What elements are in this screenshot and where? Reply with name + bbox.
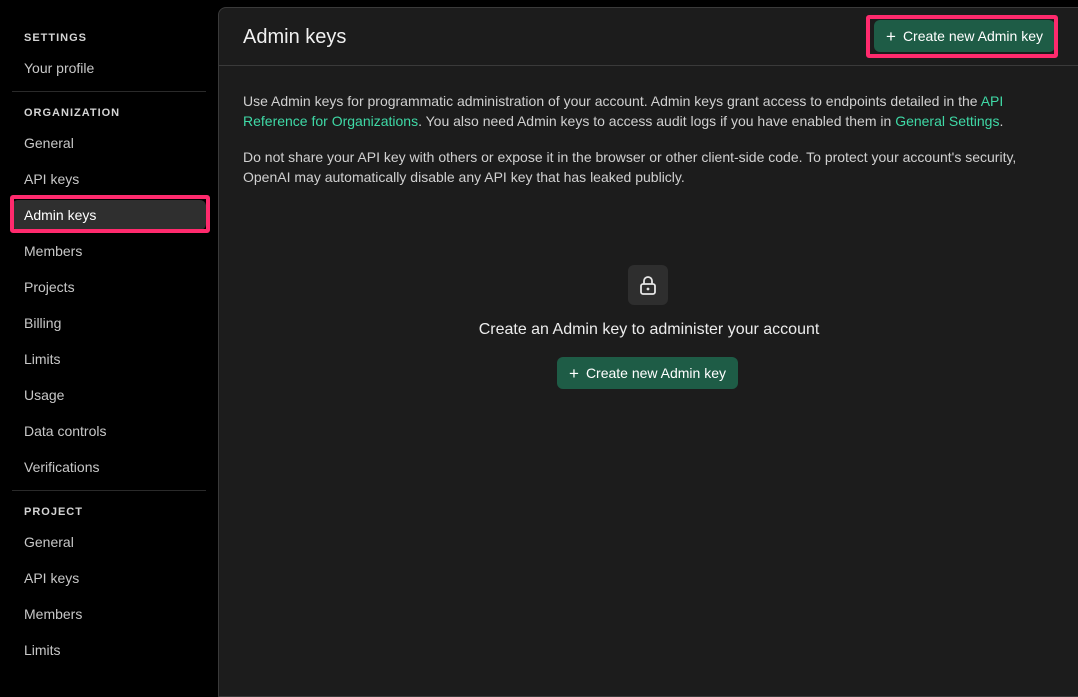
description-text: .: [999, 113, 1004, 129]
description-text: Use Admin keys for programmatic administ…: [243, 93, 981, 109]
sidebar-item-project-limits[interactable]: Limits: [12, 635, 206, 665]
plus-icon: +: [569, 363, 579, 383]
lock-tile: [628, 265, 668, 305]
sidebar-item-project-members[interactable]: Members: [12, 599, 206, 629]
create-admin-key-button-center[interactable]: + Create new Admin key: [557, 357, 739, 389]
plus-icon: +: [886, 26, 896, 46]
sidebar-item-members[interactable]: Members: [12, 236, 206, 266]
sidebar-divider: [12, 91, 206, 92]
main-panel: Admin keys + Create new Admin key Use Ad…: [218, 7, 1078, 697]
sidebar: SETTINGS Your profile ORGANIZATION Gener…: [0, 0, 218, 685]
sidebar-item-org-api-keys[interactable]: API keys: [12, 164, 206, 194]
sidebar-item-project-general[interactable]: General: [12, 527, 206, 557]
sidebar-item-billing[interactable]: Billing: [12, 308, 206, 338]
create-admin-key-label: Create new Admin key: [902, 28, 1044, 44]
page-header: Admin keys + Create new Admin key: [219, 8, 1078, 66]
sidebar-divider: [12, 490, 206, 491]
sidebar-item-data-controls[interactable]: Data controls: [12, 416, 206, 446]
general-settings-link[interactable]: General Settings: [895, 113, 999, 129]
sidebar-item-org-general[interactable]: General: [12, 128, 206, 158]
section-label-organization: ORGANIZATION: [24, 107, 121, 119]
lock-icon: [640, 276, 656, 295]
sidebar-item-projects[interactable]: Projects: [12, 272, 206, 302]
sidebar-item-admin-keys[interactable]: Admin keys: [12, 200, 206, 230]
page-title: Admin keys: [243, 26, 347, 48]
empty-state-title: Create an Admin key to administer your a…: [478, 321, 820, 338]
create-admin-key-label: Create new Admin key: [585, 365, 727, 381]
sidebar-item-project-api-keys[interactable]: API keys: [12, 563, 206, 593]
sidebar-item-limits[interactable]: Limits: [12, 344, 206, 374]
section-label-settings: SETTINGS: [24, 32, 88, 44]
sidebar-item-verifications[interactable]: Verifications: [12, 452, 206, 482]
create-admin-key-button[interactable]: + Create new Admin key: [874, 20, 1056, 52]
section-label-project: PROJECT: [24, 506, 83, 518]
sidebar-item-usage[interactable]: Usage: [12, 380, 206, 410]
description-paragraph-1: Use Admin keys for programmatic administ…: [243, 91, 1033, 131]
description-paragraph-2: Do not share your API key with others or…: [243, 149, 1017, 185]
description-text: . You also need Admin keys to access aud…: [418, 113, 896, 129]
sidebar-item-your-profile[interactable]: Your profile: [12, 53, 206, 83]
